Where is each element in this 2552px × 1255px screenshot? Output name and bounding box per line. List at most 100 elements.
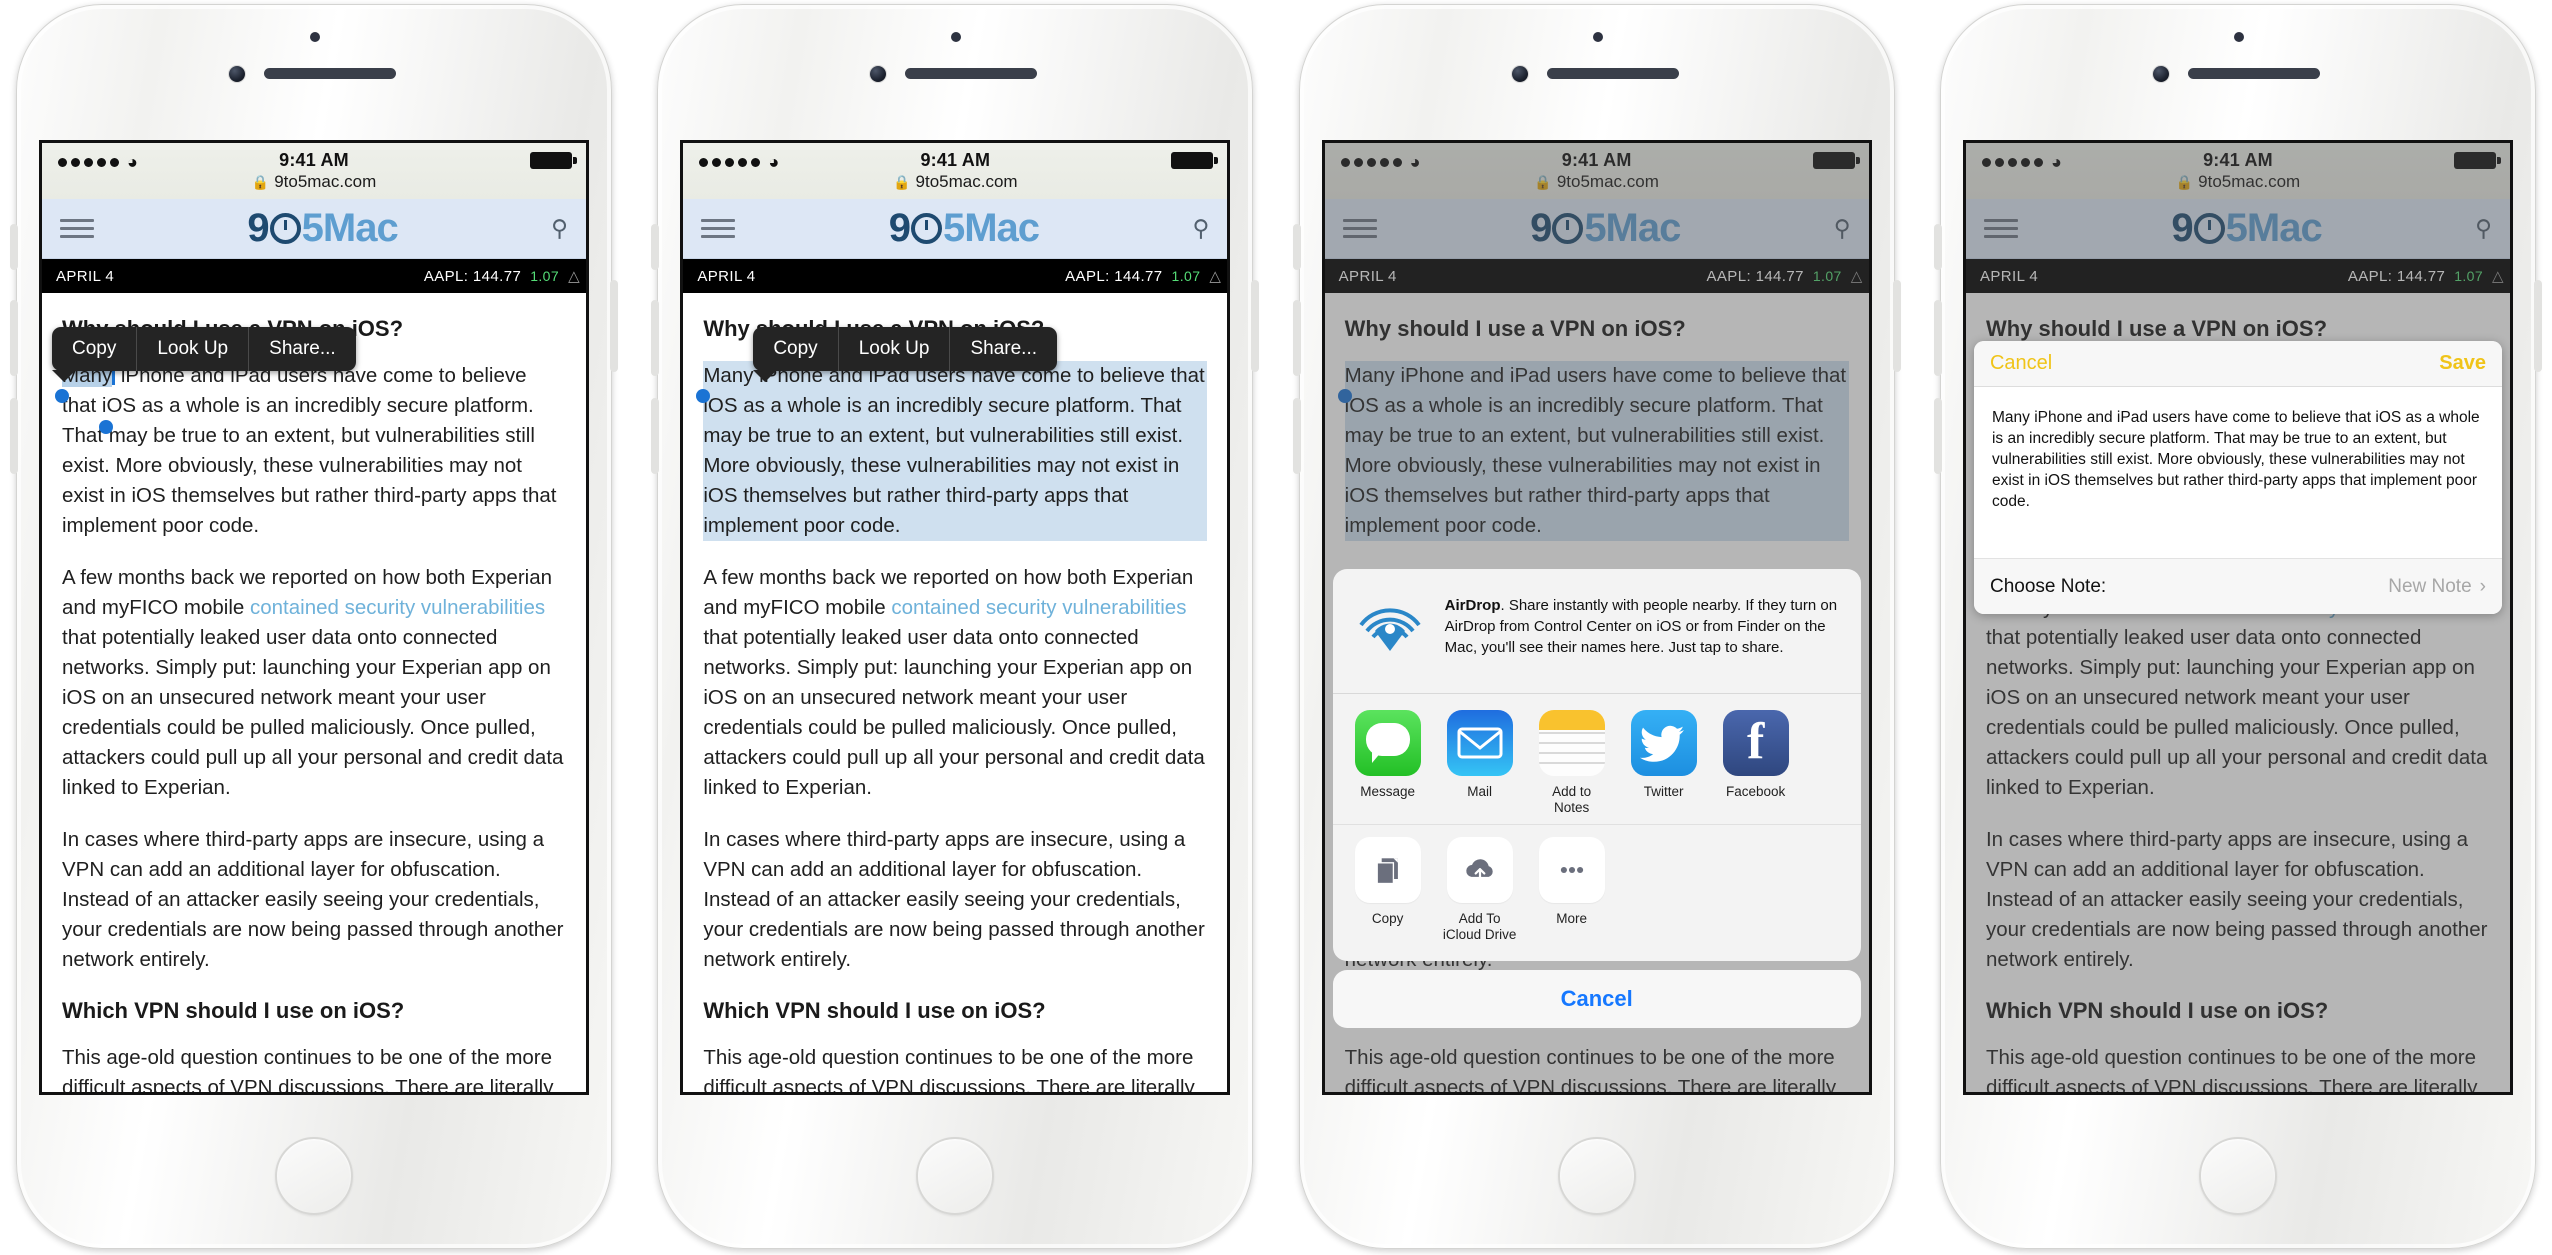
facebook-icon: f [1722, 710, 1789, 776]
callout-share-button[interactable]: Share... [249, 327, 356, 371]
power-button[interactable] [1251, 280, 1260, 372]
article-paragraph-1-selected: Many iPhone and iPad users have come to … [703, 361, 1208, 541]
wifi-icon: ◕ [127, 152, 138, 172]
lock-icon: 🔒 [893, 174, 911, 190]
chevron-up-icon: △ [1209, 268, 1222, 285]
action-copy[interactable]: Copy [1349, 837, 1427, 943]
front-camera [229, 66, 245, 82]
mute-switch[interactable] [1292, 224, 1301, 270]
home-button[interactable] [916, 1137, 995, 1215]
choose-note-row[interactable]: Choose Note: New Note › [1973, 558, 2502, 614]
security-vuln-link[interactable]: contained security vulnerabilities [891, 596, 1186, 619]
volume-up-button[interactable] [651, 300, 660, 376]
hamburger-menu-icon[interactable] [701, 214, 736, 243]
screenshot-stage: ◕ 9:41 AM 🔒 9to5mac.com 9 5Mac ⚲ APRIL 4… [0, 0, 2552, 1255]
phone-1: ◕ 9:41 AM 🔒 9to5mac.com 9 5Mac ⚲ APRIL 4… [4, 0, 624, 1255]
article-paragraph-2: A few months back we reported on how bot… [62, 563, 566, 803]
callout-share-button[interactable]: Share... [950, 327, 1057, 371]
earpiece-speaker [2187, 68, 2320, 79]
site-logo[interactable]: 9 5Mac [888, 206, 1040, 251]
status-bar: ◕ 9:41 AM 🔒 9to5mac.com [42, 143, 586, 199]
note-dialog-dim-overlay[interactable] [1965, 143, 2510, 1092]
share-cancel-button[interactable]: Cancel [1332, 970, 1861, 1028]
note-cancel-button[interactable]: Cancel [1990, 352, 2052, 375]
proximity-sensor [1592, 32, 1603, 42]
ticker-bar: APRIL 4 AAPL: 144.77 1.07 △ [683, 259, 1228, 293]
share-target-notes[interactable]: Add to Notes [1533, 710, 1611, 816]
note-save-button[interactable]: Save [2439, 352, 2486, 375]
signal-dots-icon: ◕ [58, 153, 138, 171]
status-url: 🔒 9to5mac.com [697, 171, 1213, 193]
home-button[interactable] [1557, 1137, 1636, 1215]
search-icon[interactable]: ⚲ [1192, 215, 1209, 242]
share-target-label: Message [1360, 784, 1416, 799]
icloud-upload-icon [1446, 837, 1513, 903]
text-callout-menu: Copy Look Up Share... [753, 327, 1058, 382]
phone-3: ◕ 9:41 AM 🔒 9to5mac.com 9 5Mac ⚲ APRIL 4… [1287, 0, 1907, 1255]
selection-handle-start[interactable] [55, 389, 69, 403]
airdrop-title: AirDrop [1444, 597, 1501, 614]
article-paragraph-1: Many iPhone and iPad users have come to … [62, 361, 566, 541]
callout-lookup-button[interactable]: Look Up [839, 327, 951, 371]
mute-switch[interactable] [1933, 224, 1942, 270]
clock-icon [910, 213, 942, 244]
share-target-mail[interactable]: Mail [1441, 710, 1519, 816]
text-callout-menu: Copy Look Up Share... [52, 327, 356, 382]
notes-icon [1538, 710, 1605, 776]
power-button[interactable] [1892, 280, 1901, 372]
choose-note-text: New Note [2388, 575, 2472, 597]
share-target-facebook[interactable]: f Facebook [1717, 710, 1795, 816]
volume-down-button[interactable] [651, 398, 660, 474]
action-add-to-icloud-drive[interactable]: Add To iCloud Drive [1441, 837, 1519, 943]
power-button[interactable] [2533, 280, 2542, 372]
battery-full-icon [1171, 152, 1219, 169]
site-logo[interactable]: 9 5Mac [247, 206, 399, 251]
mail-icon [1446, 710, 1513, 776]
search-icon[interactable]: ⚲ [551, 215, 568, 242]
article-paragraph-3: In cases where third-party apps are inse… [703, 828, 1205, 971]
power-button[interactable] [610, 280, 618, 372]
callout-lookup-button[interactable]: Look Up [137, 327, 250, 371]
volume-up-button[interactable] [1933, 300, 1942, 376]
mute-switch[interactable] [651, 224, 660, 270]
front-camera [2152, 66, 2169, 82]
ticker-symbol: AAPL: 144.77 [423, 267, 522, 285]
home-button[interactable] [2198, 1137, 2277, 1215]
action-label-line2: iCloud Drive [1442, 927, 1517, 942]
phone-2: ◕ 9:41 AM 🔒 9to5mac.com 9 5Mac ⚲ APRIL 4… [645, 0, 1265, 1255]
wifi-icon: ◕ [768, 152, 780, 172]
share-target-message[interactable]: Message [1349, 710, 1427, 816]
copy-icon [1354, 837, 1421, 903]
volume-down-button[interactable] [1292, 398, 1301, 474]
selection-handle-end[interactable] [99, 420, 113, 434]
callout-copy-button[interactable]: Copy [52, 327, 138, 371]
hamburger-menu-icon[interactable] [60, 214, 94, 243]
phone-4-screen: ◕ 9:41 AM 🔒 9to5mac.com 9 5Mac ⚲ APRIL 4… [1962, 140, 2513, 1095]
callout-copy-button[interactable]: Copy [753, 327, 839, 371]
logo-nine: 9 [888, 206, 911, 250]
volume-down-button[interactable] [1933, 398, 1942, 474]
action-label: More [1556, 911, 1588, 926]
note-dialog-toolbar: Cancel Save [1973, 341, 2502, 387]
article-paragraph-4: This age-old question continues to be on… [703, 1046, 1195, 1095]
volume-up-button[interactable] [1292, 300, 1301, 376]
proximity-sensor [2233, 32, 2244, 42]
home-button[interactable] [275, 1137, 353, 1215]
ticker-quote[interactable]: AAPL: 144.77 1.07 △ [1065, 267, 1222, 286]
status-bar: ◕ 9:41 AM 🔒 9to5mac.com [683, 143, 1228, 199]
share-target-label: Add to Notes [1552, 784, 1592, 815]
site-header: 9 5Mac ⚲ [683, 199, 1228, 259]
action-label: Add To iCloud Drive [1441, 911, 1519, 943]
ticker-quote[interactable]: AAPL: 144.77 1.07 △ [423, 267, 580, 286]
logo-fivemac: 5Mac [301, 206, 399, 250]
mute-switch[interactable] [10, 224, 18, 270]
choose-note-value[interactable]: New Note › [2388, 576, 2486, 598]
phone-2-screen: ◕ 9:41 AM 🔒 9to5mac.com 9 5Mac ⚲ APRIL 4… [680, 140, 1231, 1095]
choose-note-label: Choose Note: [1989, 575, 2107, 597]
note-body-text[interactable]: Many iPhone and iPad users have come to … [1973, 387, 2502, 558]
share-target-twitter[interactable]: Twitter [1625, 710, 1703, 816]
volume-up-button[interactable] [10, 300, 18, 376]
volume-down-button[interactable] [10, 398, 18, 474]
action-more[interactable]: More [1533, 837, 1611, 943]
security-vuln-link[interactable]: contained security vulnerabilities [250, 596, 545, 619]
